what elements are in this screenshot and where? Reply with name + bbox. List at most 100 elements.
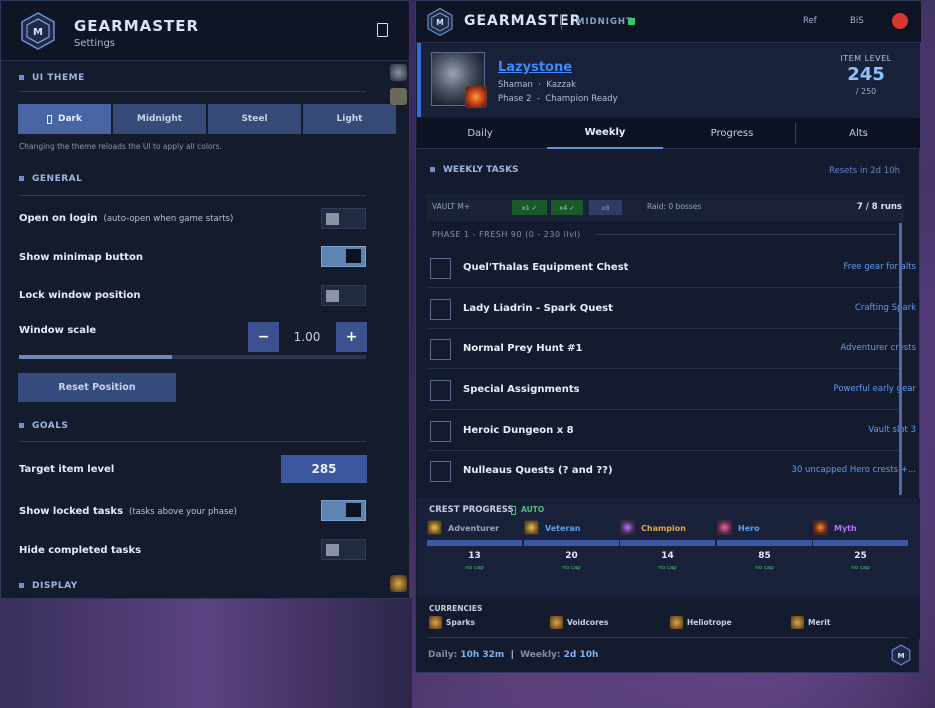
tracker-window: M GEARMASTER MIDNIGHT Ref BiS Lazystone … (415, 0, 921, 673)
background-art-left (0, 598, 412, 708)
lock-window-toggle[interactable] (321, 285, 366, 306)
task-list-scrollbar[interactable] (899, 223, 902, 495)
theme-name: MIDNIGHT (576, 17, 633, 27)
task-row[interactable]: Nulleaus Quests (? and ??) 30 uncapped He… (429, 451, 916, 491)
vault-row: VAULT M+ x1 ✓ x4 ✓ x8 Raid: 0 bosses 7 /… (426, 194, 904, 221)
theme-midnight-button[interactable]: Midnight (113, 104, 206, 134)
theme-dark-button[interactable]: Dark (18, 104, 111, 134)
task-checkbox[interactable] (430, 258, 451, 279)
target-ilvl-input[interactable]: 285 (281, 455, 367, 483)
currencies-header: CURRENCIES (429, 604, 483, 613)
task-note: Powerful early gear (833, 384, 917, 394)
theme-steel-button[interactable]: Steel (208, 104, 301, 134)
show-locked-toggle[interactable] (321, 500, 366, 521)
divider (19, 195, 366, 196)
tab-bar: Daily Weekly Progress Alts (417, 118, 920, 149)
adventurer-crest-icon (427, 520, 442, 535)
status-dot (628, 18, 635, 25)
spec-badge-icon (465, 86, 487, 108)
divider (795, 123, 796, 144)
show-minimap-toggle[interactable] (321, 246, 366, 267)
task-row[interactable]: Normal Prey Hunt #1 Adventurer crests (429, 329, 916, 369)
settings-header[interactable]: M GEARMASTER Settings (1, 1, 409, 61)
lock-window-label: Lock window position (19, 290, 141, 301)
crest-progress-panel: CREST PROGRESS AUTO Adventurer 13 no cap V… (417, 498, 920, 599)
task-checkbox[interactable] (430, 299, 451, 320)
character-name[interactable]: Lazystone (498, 60, 572, 75)
voidcores-icon (550, 616, 563, 629)
task-name: Normal Prey Hunt #1 (463, 343, 583, 354)
hide-completed-toggle[interactable] (321, 539, 366, 560)
currencies-panel: CURRENCIES Sparks Voidcores Heliotrope M… (417, 599, 920, 639)
tab-daily[interactable]: Daily (417, 118, 543, 149)
scale-value: 1.00 (293, 330, 321, 344)
crest-hero: Hero 85 no cap (717, 520, 812, 580)
app-title: GEARMASTER (74, 17, 200, 35)
hero-crest-icon (717, 520, 732, 535)
settings-subtitle: Settings (74, 38, 116, 49)
tab-weekly[interactable]: Weekly (547, 118, 663, 149)
task-row[interactable]: Heroic Dungeon x 8 Vault slot 3 (429, 411, 916, 451)
task-note: Vault slot 3 (868, 425, 916, 435)
reset-position-button[interactable]: Reset Position (18, 373, 176, 402)
minimap-logo-icon[interactable]: M (890, 644, 912, 666)
task-note: 30 uncapped Hero crests +... (791, 465, 916, 475)
character-card: Lazystone Shaman · Kazzak Phase 2 - Cham… (417, 43, 920, 117)
task-name: Lady Liadrin - Spark Quest (463, 303, 613, 314)
general-header: GENERAL (19, 174, 82, 184)
divider (19, 441, 366, 442)
crest-auto-toggle[interactable]: AUTO (511, 505, 544, 515)
scroll-thumb[interactable] (390, 88, 407, 105)
task-name: Quel'Thalas Equipment Chest (463, 262, 629, 273)
bis-link[interactable]: BiS (850, 16, 864, 26)
tab-alts[interactable]: Alts (797, 118, 920, 149)
svg-text:M: M (436, 18, 443, 27)
show-minimap-label: Show minimap button (19, 252, 143, 263)
task-row[interactable]: Special Assignments Powerful early gear (429, 370, 916, 410)
heliotrope-icon (670, 616, 683, 629)
divider (561, 14, 562, 30)
task-name: Nulleaus Quests (? and ??) (463, 465, 613, 476)
hide-completed-label: Hide completed tasks (19, 545, 142, 556)
crest-veteran: Veteran 20 no cap (524, 520, 619, 580)
target-ilvl-label: Target item level (19, 464, 115, 475)
scale-increase-button[interactable]: + (336, 322, 367, 352)
mplus-runs: 7 / 8 runs (856, 202, 902, 212)
task-checkbox[interactable] (430, 421, 451, 442)
window-scale-slider[interactable] (19, 355, 366, 359)
scroll-down-icon[interactable] (390, 575, 407, 592)
veteran-crest-icon (524, 520, 539, 535)
crest-champion: Champion 14 no cap (620, 520, 715, 580)
task-checkbox[interactable] (430, 380, 451, 401)
tab-progress[interactable]: Progress (669, 118, 795, 149)
raid-progress: Raid: 0 bosses (647, 202, 702, 211)
champion-crest-icon (620, 520, 635, 535)
open-on-login-toggle[interactable] (321, 208, 366, 229)
scale-decrease-button[interactable]: − (248, 322, 279, 352)
crest-progress-header: CREST PROGRESS (429, 505, 514, 515)
theme-light-button[interactable]: Light (303, 104, 396, 134)
task-checkbox[interactable] (430, 339, 451, 360)
weekly-reset-timer: Resets in 2d 10h (828, 166, 900, 176)
tracker-header[interactable]: M GEARMASTER MIDNIGHT Ref BiS (416, 1, 921, 43)
svg-text:M: M (897, 651, 904, 660)
close-icon[interactable] (892, 13, 908, 29)
window-scale-label: Window scale (19, 325, 97, 336)
task-name: Special Assignments (463, 384, 580, 395)
task-checkbox[interactable] (430, 461, 451, 482)
theme-selector: Dark Midnight Steel Light (18, 104, 396, 134)
divider (19, 91, 366, 92)
reset-timers: Daily: 10h 32m | Weekly: 2d 10h (428, 650, 599, 660)
gearmaster-logo-icon: M (21, 12, 55, 50)
app-title: GEARMASTER (464, 13, 582, 29)
scroll-up-icon[interactable] (390, 64, 407, 81)
window-toggle-button[interactable] (377, 23, 388, 37)
divider (596, 234, 896, 235)
ref-link[interactable]: Ref (803, 16, 817, 26)
item-level-max: / 250 (855, 87, 877, 96)
phase-header: PHASE 1 - FRESH 90 (0 - 230 ilvl) (432, 230, 581, 239)
task-row[interactable]: Lady Liadrin - Spark Quest Crafting Spark (429, 289, 916, 329)
task-row[interactable]: Quel'Thalas Equipment Chest Free gear for… (429, 248, 916, 288)
task-note: Crafting Spark (854, 303, 916, 313)
theme-note: Changing the theme reloads the UI to app… (19, 142, 222, 151)
